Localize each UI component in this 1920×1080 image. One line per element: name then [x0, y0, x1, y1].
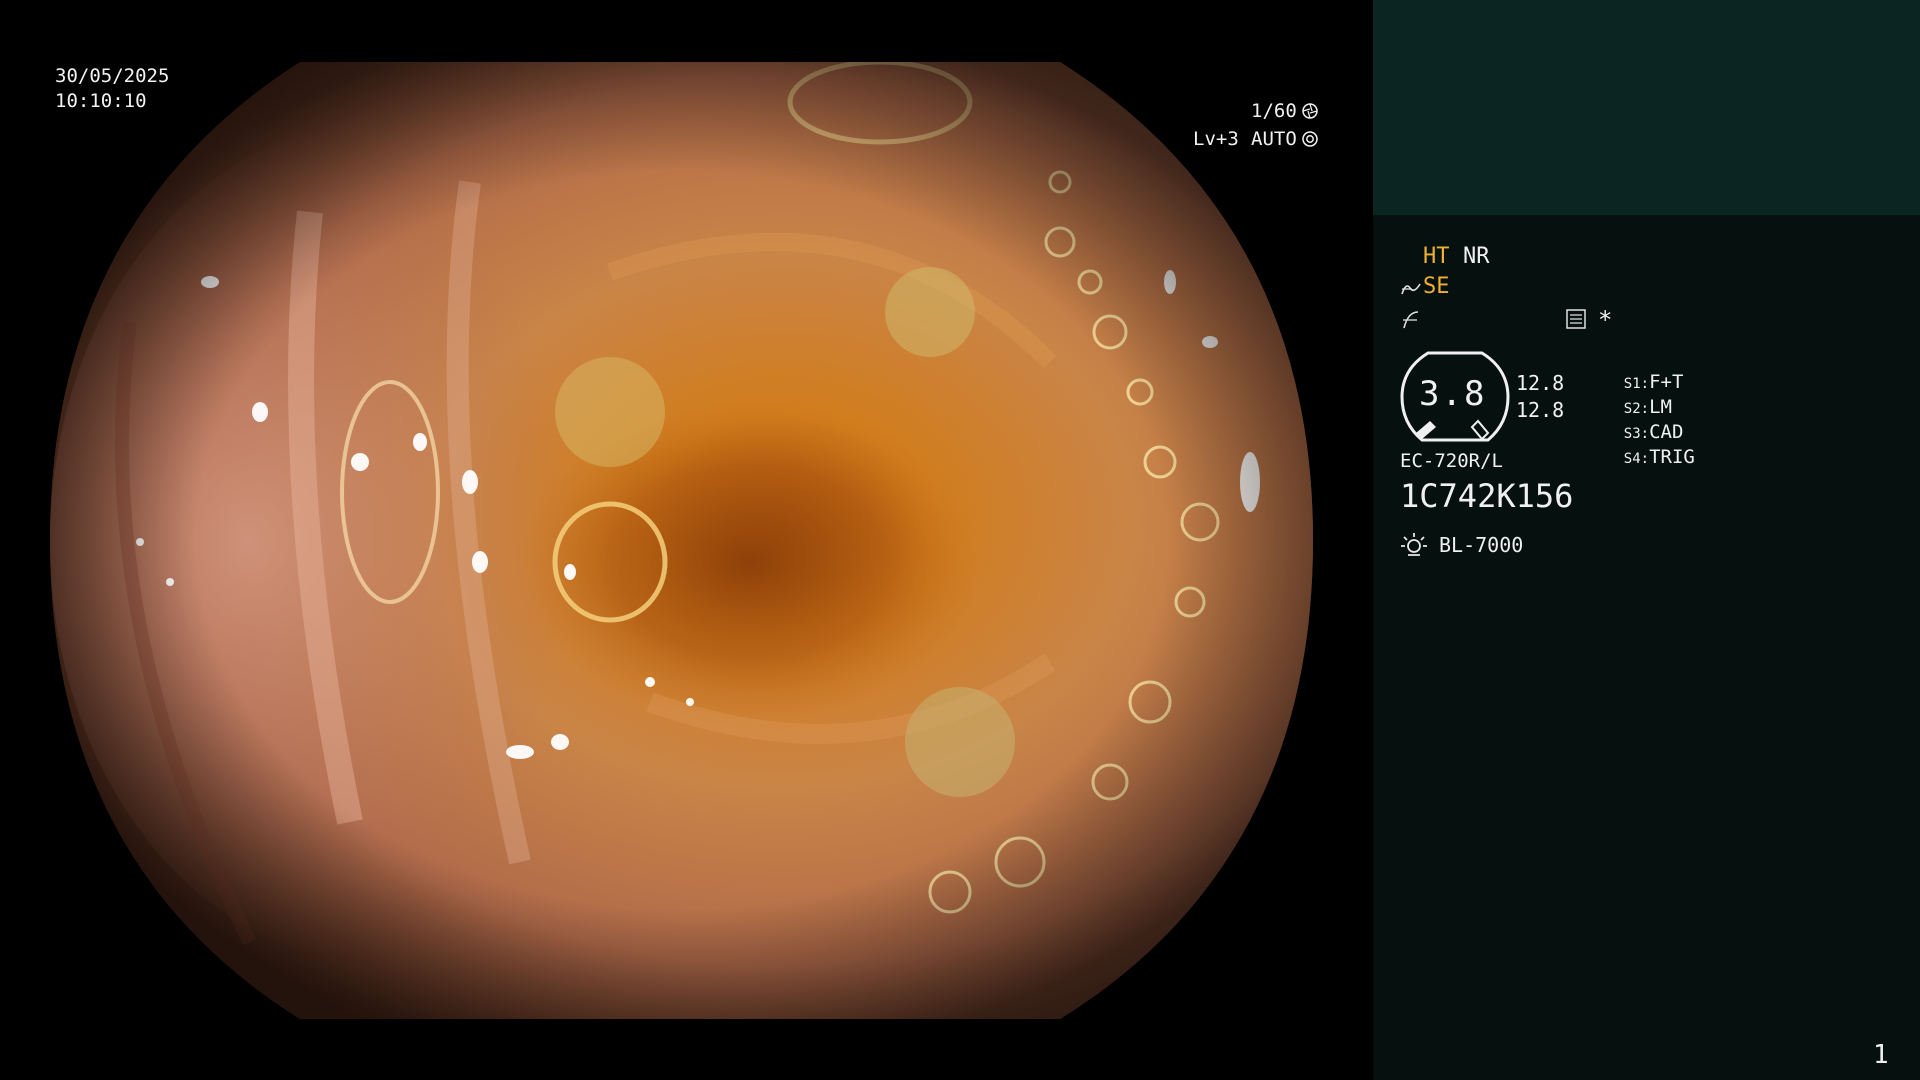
value-bottom: 12.8 [1516, 398, 1565, 422]
value-top: 12.8 [1516, 371, 1565, 395]
ht-indicator: HT [1423, 244, 1450, 269]
endoscope-view: 30/05/2025 10:10:10 1/60 Lv+3 AUTO [0, 0, 1373, 1080]
panel-header-area [1373, 0, 1920, 215]
gauge-value: 3.8 [1419, 374, 1487, 414]
memory-icon [1566, 309, 1586, 329]
iris-icon [1302, 131, 1318, 147]
gamma-curve-icon [1403, 311, 1419, 329]
shutter-readout: 1/60 [1251, 100, 1297, 122]
asterisk-indicator: * [1598, 306, 1613, 334]
level-readout: Lv+3 [1193, 128, 1239, 150]
se-indicator: SE [1423, 274, 1450, 299]
time-readout: 10:10:10 [55, 90, 147, 112]
switch-key: S4 [1623, 451, 1641, 467]
scope-serial: 1C742K156 [1400, 477, 1574, 515]
iris-mode-readout: AUTO [1251, 128, 1297, 150]
aperture-icon [1302, 103, 1318, 119]
page-number: 1 [1873, 1040, 1889, 1070]
enhance-curve-icon [1401, 283, 1421, 295]
nr-indicator: NR [1463, 244, 1490, 269]
light-source-model: BL-7000 [1439, 533, 1524, 557]
date-readout: 30/05/2025 [55, 65, 170, 87]
endoscope-image [50, 62, 1313, 1019]
scope-model: EC-720R/L [1400, 450, 1503, 472]
switch-value: TRIG [1649, 446, 1695, 468]
light-source-icon [1401, 533, 1427, 556]
info-panel: HT NR SE * 3.8 12.8 12.8 S1:F+T S2:LM S3… [1373, 0, 1920, 1080]
switch-item: S4:TRIG [1623, 446, 1695, 468]
